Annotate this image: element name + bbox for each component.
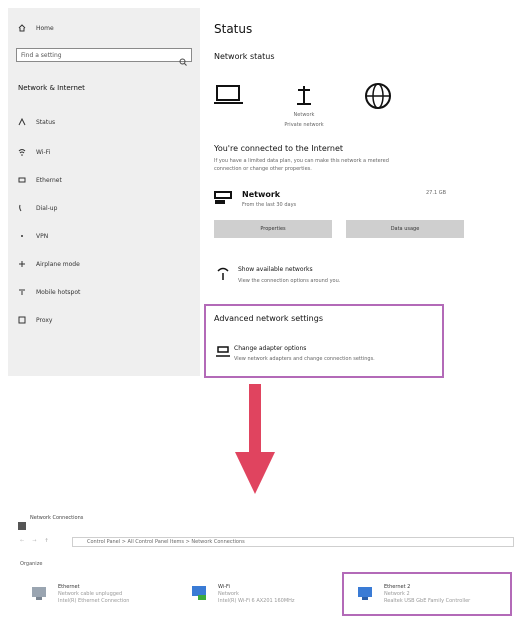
adapter-status: Network 2: [384, 591, 410, 597]
wifi-icon: [18, 148, 26, 156]
adapter-status: Network: [218, 591, 239, 597]
sidebar-item-hotspot[interactable]: Mobile hotspot: [18, 288, 80, 296]
router-caption-2: Private network: [284, 122, 324, 128]
network-status-heading: Network status: [214, 52, 275, 61]
adapter-wifi[interactable]: Wi-Fi Network Intel(R) Wi-Fi 6 AX201 160…: [190, 582, 340, 612]
vpn-icon: [18, 232, 26, 240]
airplane-icon: [18, 260, 26, 268]
sidebar-item-wifi[interactable]: Wi-Fi: [18, 148, 50, 156]
hotspot-icon: [18, 288, 26, 296]
sidebar-item-label: VPN: [36, 232, 49, 240]
router-caption-1: Network: [293, 112, 315, 118]
adapter-ethernet-2[interactable]: Ethernet 2 Network 2 Realtek USB GbE Fam…: [356, 582, 506, 612]
sidebar-item-label: Mobile hotspot: [36, 288, 81, 296]
show-networks-icon: [216, 266, 230, 285]
network-adapter-icon: [214, 190, 234, 210]
breadcrumb: Control Panel > All Control Panel Items …: [87, 539, 245, 545]
adapter-name: Ethernet: [58, 584, 80, 590]
show-networks-desc: View the connection options around you.: [238, 278, 341, 284]
adapter-status: Network cable unplugged: [58, 591, 123, 597]
show-networks-link[interactable]: Show available networks: [238, 266, 313, 273]
sidebar-section-title: Network & Internet: [18, 84, 85, 92]
nav-buttons: ← → ↑: [20, 538, 49, 544]
dialup-icon: [18, 204, 26, 212]
proxy-icon: [18, 316, 26, 324]
network-sub: From the last 30 days: [242, 202, 297, 208]
advanced-heading: Advanced network settings: [214, 314, 323, 323]
sidebar-item-label: Ethernet: [36, 176, 62, 184]
ethernet-2-adapter-icon: [356, 584, 376, 602]
wifi-adapter-icon: [190, 584, 210, 602]
change-adapter-desc: View network adapters and change connect…: [234, 356, 375, 362]
connected-desc-1: If you have a limited data plan, you can…: [214, 158, 389, 164]
settings-sidebar: Home Find a setting Network & Internet S…: [8, 8, 200, 376]
router-icon: [295, 84, 313, 110]
connected-heading: You're connected to the Internet: [214, 144, 344, 153]
change-adapter-link[interactable]: Change adapter options: [234, 345, 306, 352]
adapter-options-icon: [216, 344, 230, 363]
network-connections-window-icon: [18, 515, 26, 534]
ethernet-icon: [18, 176, 26, 184]
globe-icon: [364, 82, 392, 114]
adapter-name: Ethernet 2: [384, 584, 411, 590]
home-icon: [18, 24, 26, 32]
home-link[interactable]: Home: [18, 24, 54, 32]
adapter-name: Wi-Fi: [218, 584, 230, 590]
up-icon[interactable]: ↑: [44, 538, 48, 544]
adapter-ethernet[interactable]: Ethernet Network cable unplugged Intel(R…: [30, 582, 180, 612]
sidebar-item-dialup[interactable]: Dial-up: [18, 204, 57, 212]
network-name: Network: [242, 190, 281, 199]
sidebar-item-status[interactable]: Status: [18, 117, 56, 126]
data-usage-button[interactable]: Data usage: [346, 220, 464, 238]
window-title: Network Connections: [30, 515, 84, 521]
down-arrow-icon: [235, 380, 275, 504]
sidebar-item-label: Airplane mode: [36, 260, 80, 268]
sidebar-item-label: Status: [36, 118, 56, 126]
ethernet-adapter-icon: [30, 584, 50, 602]
adapter-device: Intel(R) Ethernet Connection: [58, 598, 130, 604]
connected-desc-2: connection or change other properties.: [214, 166, 312, 172]
status-icon: [18, 117, 26, 126]
sidebar-item-label: Wi-Fi: [36, 148, 51, 156]
adapter-device: Realtek USB GbE Family Controller: [384, 598, 471, 604]
address-bar[interactable]: Control Panel > All Control Panel Items …: [72, 537, 514, 547]
sidebar-item-proxy[interactable]: Proxy: [18, 316, 52, 324]
sidebar-item-label: Dial-up: [36, 204, 58, 212]
search-icon: [179, 51, 187, 70]
sidebar-item-airplane[interactable]: Airplane mode: [18, 260, 80, 268]
organize-menu[interactable]: Organize: [20, 561, 42, 567]
properties-button[interactable]: Properties: [214, 220, 332, 238]
adapter-device: Intel(R) Wi-Fi 6 AX201 160MHz: [218, 598, 295, 604]
back-icon[interactable]: ←: [20, 538, 24, 544]
page-title: Status: [214, 22, 253, 36]
search-placeholder: Find a setting: [21, 52, 62, 59]
sidebar-item-ethernet[interactable]: Ethernet: [18, 176, 62, 184]
home-label: Home: [36, 24, 54, 32]
search-input[interactable]: Find a setting: [16, 48, 192, 66]
computer-icon: [214, 84, 244, 110]
sidebar-item-vpn[interactable]: VPN: [18, 232, 48, 240]
network-usage: 27.1 GB: [426, 190, 447, 196]
forward-icon[interactable]: →: [32, 538, 36, 544]
sidebar-item-label: Proxy: [36, 316, 53, 324]
